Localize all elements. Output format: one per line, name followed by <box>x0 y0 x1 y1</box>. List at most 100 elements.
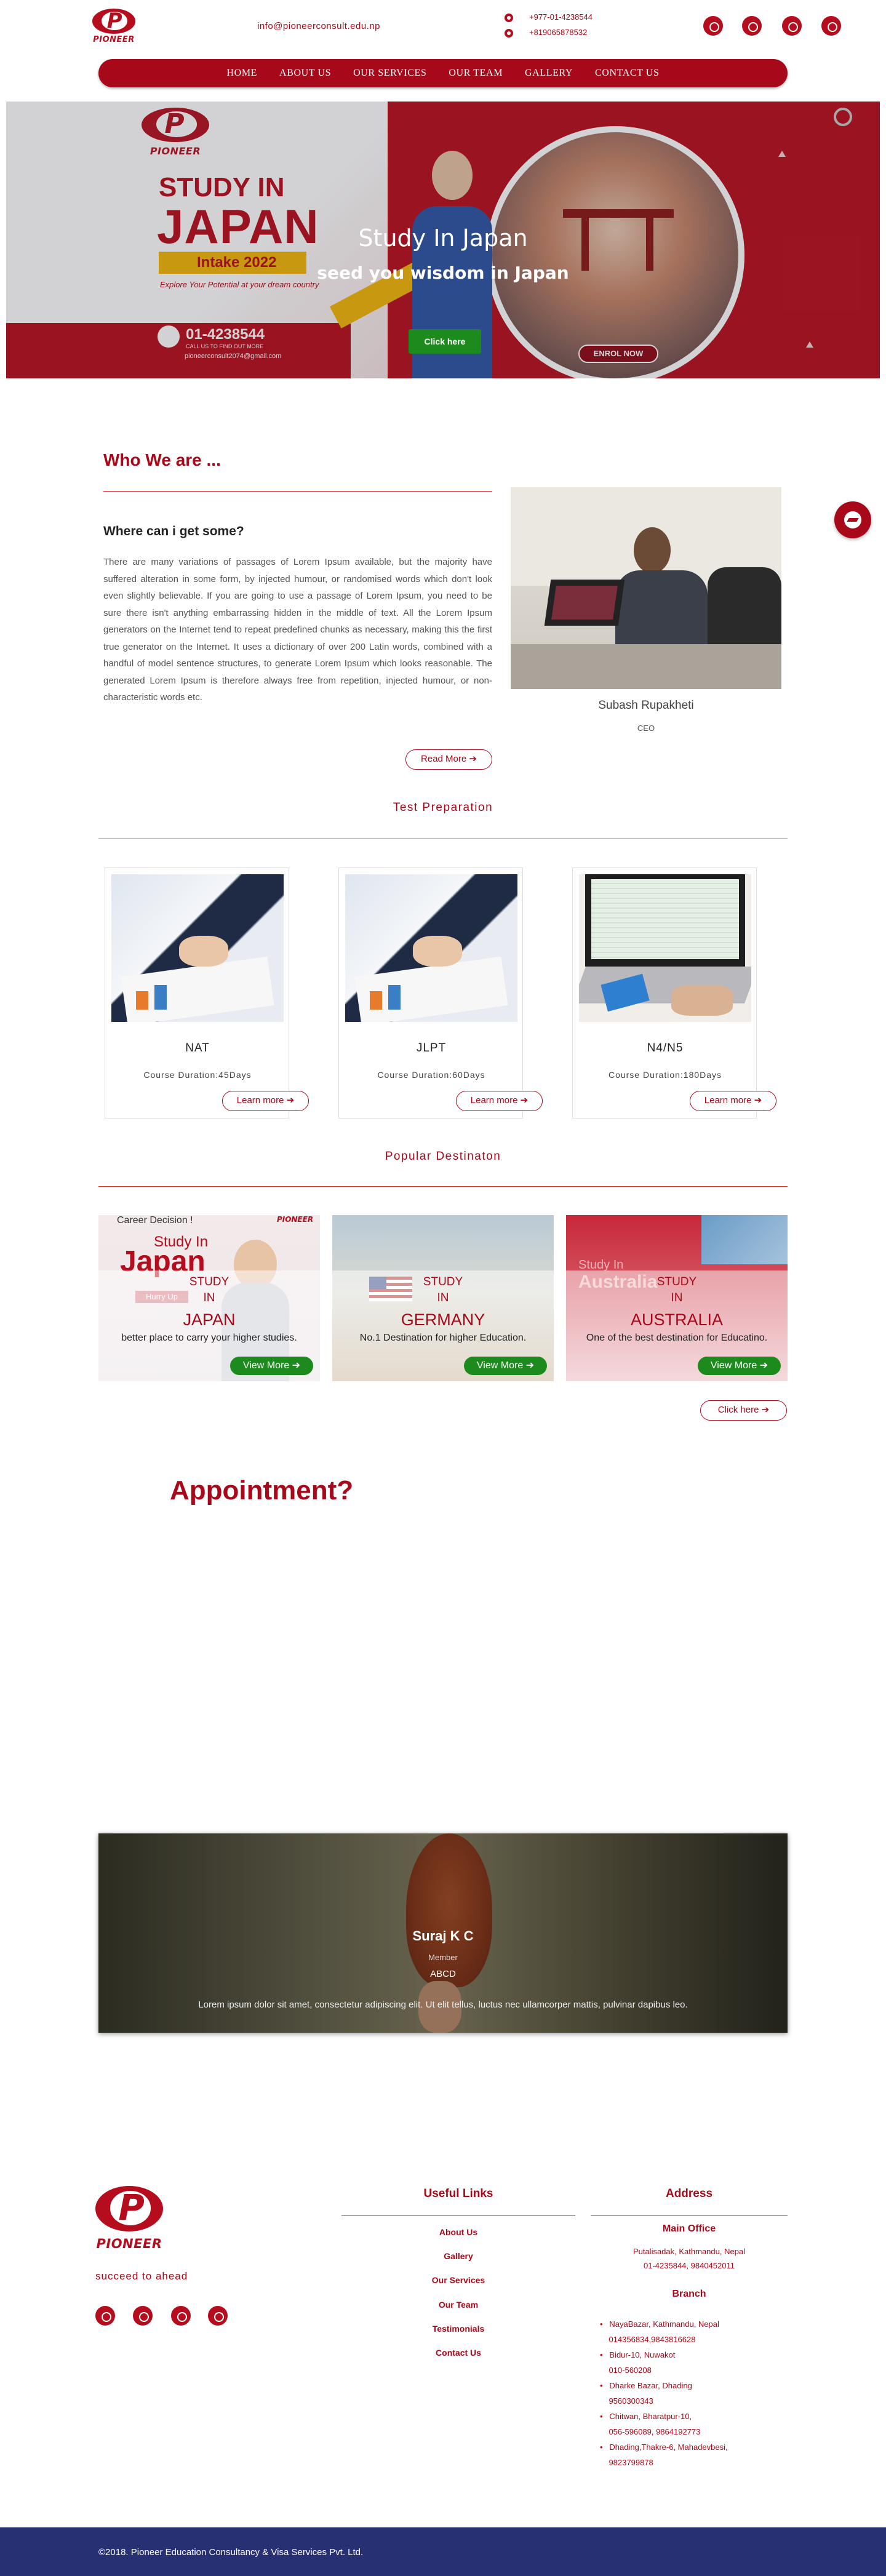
divider <box>341 2215 575 2216</box>
learn-more-button[interactable]: Learn more ➔ <box>456 1091 543 1111</box>
destination-study-label: STUDY <box>423 1275 463 1288</box>
destination-card-germany[interactable]: STUDY IN GERMANY No.1 Destination for hi… <box>332 1215 554 1381</box>
destination-in-label: IN <box>671 1291 683 1304</box>
ceo-role: CEO <box>637 724 655 733</box>
nav-our-team[interactable]: OUR TEAM <box>449 68 503 79</box>
hero-click-here-button[interactable]: Click here <box>409 329 481 354</box>
destinations-click-here-button[interactable]: Click here ➔ <box>700 1400 787 1421</box>
footer-link-our-team[interactable]: Our Team <box>341 2300 575 2310</box>
facebook-icon[interactable] <box>95 2306 115 2326</box>
header-phone-1[interactable]: +977-01-4238544 <box>505 12 593 22</box>
list-item: • NayaBazar, Kathmandu, Nepal 014356834,… <box>600 2319 719 2344</box>
list-item: • Chitwan, Bharatpur-10, 056-596089, 986… <box>600 2412 701 2436</box>
top-header: P PIONEER info@pioneerconsult.edu.np +97… <box>0 0 886 54</box>
nav-about-us[interactable]: ABOUT US <box>279 68 331 79</box>
site-logo[interactable]: P PIONEER <box>92 9 135 44</box>
testimonial-org: ABCD <box>430 1969 456 1979</box>
destination-card-japan[interactable]: Career Decision ! PIONEER Study In Japan… <box>98 1215 320 1381</box>
nav-gallery[interactable]: GALLERY <box>525 68 573 79</box>
instagram-icon[interactable] <box>208 2306 228 2326</box>
main-office-address: Putalisadak, Kathmandu, Nepal <box>633 2247 746 2256</box>
ceo-name: Subash Rupakheti <box>598 699 694 712</box>
whatsapp-icon[interactable] <box>742 16 762 36</box>
arrow-right-icon: ➔ <box>754 1095 762 1106</box>
course-duration: Course Duration:180Days <box>608 1070 722 1080</box>
phone-icon <box>505 13 513 22</box>
about-heading: Where can i get some? <box>103 524 244 538</box>
messenger-chat-icon[interactable] <box>834 501 871 538</box>
branch-list: • NayaBazar, Kathmandu, Nepal 014356834,… <box>600 2316 784 2470</box>
arrow-right-icon: ➔ <box>761 1405 770 1415</box>
destination-description: better place to carry your higher studie… <box>121 1333 297 1343</box>
testimonial-role: Member <box>428 1953 458 1962</box>
learn-more-button[interactable]: Learn more ➔ <box>222 1091 309 1111</box>
branch-title: Branch <box>672 2289 706 2299</box>
about-text: There are many variations of passages of… <box>103 557 492 703</box>
testimonial-quote: Lorem ipsum dolor sit amet, consectetur … <box>198 2000 688 2010</box>
divider <box>591 2215 788 2216</box>
view-more-button[interactable]: View More ➔ <box>698 1357 781 1375</box>
course-name: JLPT <box>416 1042 447 1055</box>
course-duration: Course Duration:45Days <box>143 1070 252 1080</box>
footer-link-about-us[interactable]: About Us <box>341 2227 575 2237</box>
footer-link-testimonials[interactable]: Testimonials <box>341 2324 575 2334</box>
nav-contact-us[interactable]: CONTACT US <box>595 68 659 79</box>
destination-in-label: IN <box>203 1291 215 1304</box>
instagram-icon[interactable] <box>821 16 841 36</box>
view-more-button[interactable]: View More ➔ <box>230 1357 313 1375</box>
hero-slider: P PIONEER STUDY IN JAPAN Intake 2022 Exp… <box>6 102 880 378</box>
header-phone-2[interactable]: +819065878532 <box>505 28 587 38</box>
viber-icon[interactable] <box>171 2306 191 2326</box>
testimonial-name: Suraj K C <box>412 1928 474 1944</box>
useful-links-title: Useful Links <box>423 2187 493 2200</box>
destination-description: One of the best destination for Educatin… <box>586 1333 768 1343</box>
course-image <box>579 874 751 1022</box>
destination-country: JAPAN <box>183 1310 236 1329</box>
arrow-right-icon: ➔ <box>286 1095 295 1106</box>
learn-more-button[interactable]: Learn more ➔ <box>690 1091 776 1111</box>
arrow-right-icon: ➔ <box>525 1360 535 1371</box>
viber-icon[interactable] <box>782 16 802 36</box>
card-bg-text: PIONEER <box>277 1215 314 1224</box>
arrow-right-icon: ➔ <box>292 1360 301 1371</box>
whatsapp-icon <box>505 28 513 38</box>
list-item: • Dharke Bazar, Dhading 9560300343 <box>600 2381 692 2406</box>
arrow-right-icon: ➔ <box>759 1360 768 1371</box>
course-name: NAT <box>185 1042 210 1055</box>
nav-home[interactable]: HOME <box>227 68 258 79</box>
ceo-photo <box>511 487 781 689</box>
course-duration: Course Duration:60Days <box>377 1070 485 1080</box>
course-card-n4-n5[interactable]: N4/N5 Course Duration:180Days Learn more… <box>572 867 776 1119</box>
card-bg-text: Career Decision ! <box>117 1215 193 1226</box>
divider <box>98 1186 788 1187</box>
destination-study-label: STUDY <box>189 1275 229 1288</box>
nav-our-services[interactable]: OUR SERVICES <box>353 68 426 79</box>
course-name: N4/N5 <box>647 1042 684 1055</box>
hero-subtitle: seed you wisdom in Japan <box>317 263 569 283</box>
footer-link-gallery[interactable]: Gallery <box>341 2251 575 2261</box>
destination-in-label: IN <box>437 1291 449 1304</box>
copyright-text: ©2018. Pioneer Education Consultancy & V… <box>98 2547 364 2558</box>
destination-description: No.1 Destination for higher Education. <box>359 1333 527 1343</box>
main-office-phone: 01-4235844, 9840452011 <box>644 2261 735 2270</box>
whatsapp-icon[interactable] <box>133 2306 153 2326</box>
course-image <box>111 874 284 1022</box>
destination-country: AUSTRALIA <box>630 1310 724 1329</box>
view-more-button[interactable]: View More ➔ <box>464 1357 547 1375</box>
arrow-right-icon: ➔ <box>469 754 477 764</box>
course-card-jlpt[interactable]: JLPT Course Duration:60Days Learn more ➔ <box>338 867 543 1119</box>
footer-link-our-services[interactable]: Our Services <box>341 2275 575 2285</box>
list-item: • Dhading,Thakre-6, Mahadevbesi, 9823799… <box>600 2442 728 2467</box>
popular-destination-title: Popular Destinaton <box>385 1150 501 1163</box>
address-title: Address <box>665 2187 713 2200</box>
arrow-right-icon: ➔ <box>520 1095 529 1106</box>
footer-link-contact-us[interactable]: Contact Us <box>341 2348 575 2358</box>
destination-study-label: STUDY <box>657 1275 697 1288</box>
footer-logo[interactable]: P PIONEER <box>95 2186 163 2251</box>
course-card-nat[interactable]: NAT Course Duration:45Days Learn more ➔ <box>105 867 309 1119</box>
header-email[interactable]: info@pioneerconsult.edu.np <box>257 21 380 31</box>
read-more-button[interactable]: Read More ➔ <box>405 749 492 770</box>
facebook-icon[interactable] <box>703 16 723 36</box>
main-office-title: Main Office <box>662 2223 716 2234</box>
destination-card-australia[interactable]: Study In Australia STUDY IN AUSTRALIA On… <box>566 1215 788 1381</box>
